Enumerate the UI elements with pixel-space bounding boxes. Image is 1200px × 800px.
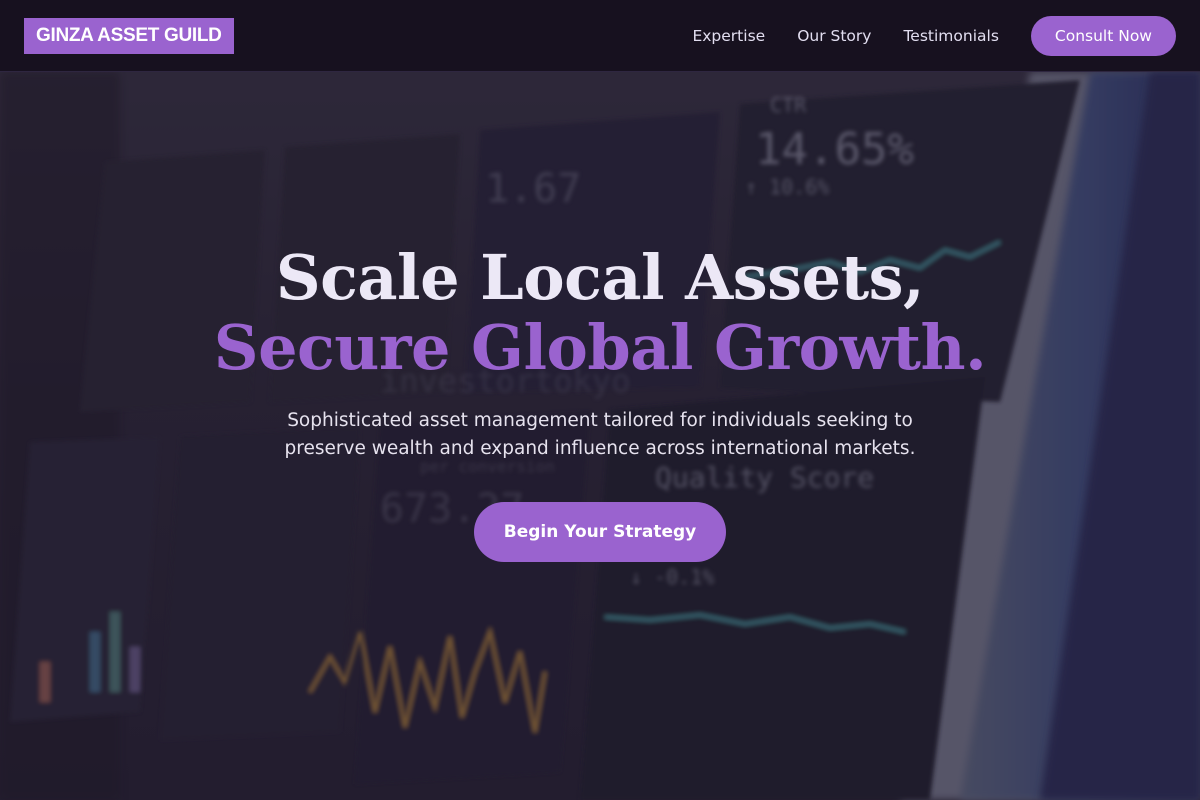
- nav-link-expertise[interactable]: Expertise: [692, 27, 765, 45]
- hero-subtext-line2: preserve wealth and expand influence acr…: [284, 438, 916, 459]
- nav-links: Expertise Our Story Testimonials Consult…: [692, 15, 1176, 56]
- begin-strategy-button[interactable]: Begin Your Strategy: [474, 502, 726, 562]
- top-nav: GINZA ASSET GUILD Expertise Our Story Te…: [0, 0, 1200, 72]
- consult-now-button[interactable]: Consult Now: [1030, 15, 1176, 56]
- hero-subtext-line1: Sophisticated asset management tailored …: [287, 410, 913, 431]
- brand-logo[interactable]: GINZA ASSET GUILD: [24, 17, 234, 54]
- hero-headline-line2: Secure Global Growth.: [213, 311, 987, 384]
- hero-subtext: Sophisticated asset management tailored …: [0, 407, 1200, 463]
- nav-link-our-story[interactable]: Our Story: [797, 27, 871, 45]
- hero-headline-line1: Scale Local Assets,: [275, 241, 925, 314]
- nav-link-testimonials[interactable]: Testimonials: [903, 27, 998, 45]
- hero-section: Scale Local Assets, Secure Global Growth…: [0, 72, 1200, 800]
